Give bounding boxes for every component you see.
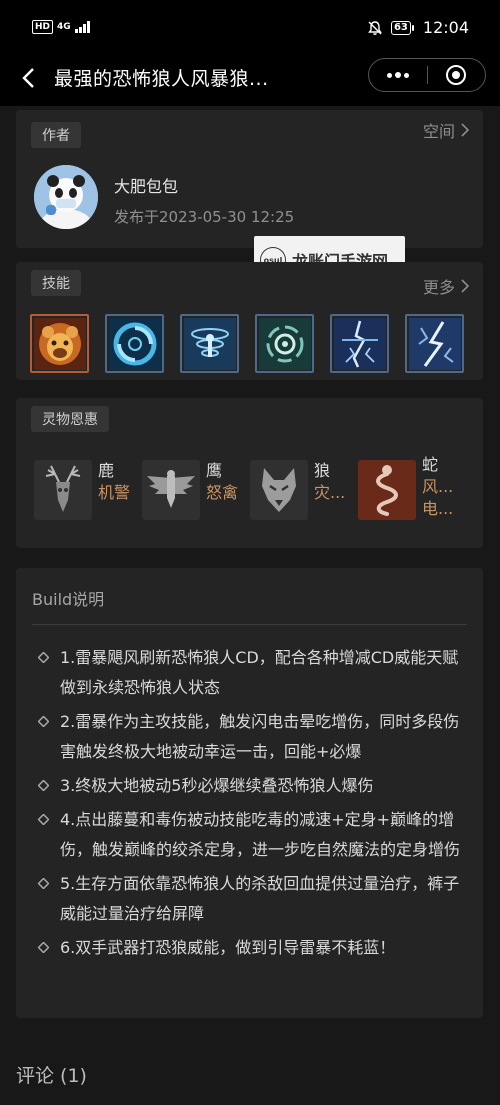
- tornado-skill-icon[interactable]: [180, 314, 239, 373]
- spirit-row: 鹿 机警 鹰 怒禽 狼 灾... 蛇 风... 电...: [34, 455, 466, 520]
- spirit-item-eagle[interactable]: 鹰 怒禽: [142, 460, 250, 520]
- mini-program-capsule: [368, 58, 486, 92]
- spirit-boons-card: 灵物恩惠 鹿 机警 鹰 怒禽 狼 灾... 蛇 风... 电...: [16, 398, 483, 548]
- diamond-bullet-icon: [38, 780, 49, 791]
- snake-icon: [358, 460, 416, 520]
- status-bar: HD 4G 63 12:04: [0, 0, 500, 58]
- build-list-item: 6.双手武器打恐狼威能，做到引导雷暴不耗蓝！: [36, 933, 469, 963]
- build-list-item: 1.雷暴飓风刷新恐怖狼人CD，配合各种增减CD威能天赋做到永续恐怖狼人状态: [36, 643, 469, 703]
- spirit-ability: 风...: [422, 477, 454, 496]
- skill-row: [30, 314, 464, 373]
- close-target-icon[interactable]: [427, 59, 485, 91]
- post-date: 发布于2023-05-30 12:25: [114, 208, 295, 226]
- network-type: 4G: [57, 22, 71, 32]
- storm-skill-icon[interactable]: [405, 314, 464, 373]
- build-item-text: 2.雷暴作为主攻技能，触发闪电击晕吃增伤，同时多段伤害触发终极大地被动幸运一击，…: [60, 712, 460, 761]
- battery-level: 63: [390, 20, 414, 35]
- diamond-bullet-icon: [38, 716, 49, 727]
- hd-badge: HD: [32, 20, 54, 34]
- wolf-icon: [250, 460, 308, 520]
- chevron-right-icon: [461, 123, 469, 137]
- profile-link[interactable]: 空间: [423, 118, 469, 142]
- build-title: Build说明: [32, 590, 105, 609]
- back-icon[interactable]: [14, 64, 42, 92]
- vortex-skill-icon[interactable]: [105, 314, 164, 373]
- spirit-name: 狼: [314, 461, 331, 480]
- page-title: 最强的恐怖狼人风暴狼...: [54, 68, 269, 90]
- build-list-item: 2.雷暴作为主攻技能，触发闪电击晕吃增伤，同时多段伤害触发终极大地被动幸运一击，…: [36, 707, 469, 767]
- spirit-name: 蛇: [422, 455, 439, 474]
- bell-muted-icon: [368, 20, 382, 35]
- spirit-name: 鹰: [206, 461, 223, 480]
- nav-bar: 最强的恐怖狼人风暴狼...: [0, 58, 500, 106]
- swirl-skill-icon[interactable]: [255, 314, 314, 373]
- comments-title[interactable]: 评论 (1): [16, 1061, 87, 1088]
- more-skills-label: 更多: [422, 278, 455, 297]
- chevron-right-icon: [461, 279, 469, 293]
- status-right: 63 12:04: [367, 18, 469, 37]
- spirit-item-wolf[interactable]: 狼 灾...: [250, 460, 358, 520]
- diamond-bullet-icon: [38, 878, 49, 889]
- build-item-text: 6.双手武器打恐狼威能，做到引导雷暴不耗蓝！: [60, 938, 396, 957]
- skills-tag: 技能: [31, 270, 81, 296]
- build-list-item: 5.生存方面依靠恐怖狼人的杀敌回血提供过量治疗，裤子威能过量治疗给屏障: [36, 869, 469, 929]
- clock: 12:04: [422, 18, 469, 37]
- bear-skill-icon[interactable]: [30, 314, 89, 373]
- spirit-boons-tag: 灵物恩惠: [31, 406, 109, 432]
- skills-card: 技能 更多: [16, 262, 483, 380]
- eagle-icon: [142, 460, 200, 520]
- deer-icon: [34, 460, 92, 520]
- spirit-ability: 怒禽: [206, 483, 239, 502]
- diamond-bullet-icon: [38, 814, 49, 825]
- build-divider: [32, 624, 467, 625]
- spirit-name: 鹿: [98, 461, 115, 480]
- more-options-icon[interactable]: [369, 59, 427, 91]
- more-skills-link[interactable]: 更多: [423, 274, 469, 298]
- spirit-ability: 机警: [98, 483, 131, 502]
- signal-icon: [74, 21, 90, 33]
- author-name: 大肥包包: [114, 177, 179, 196]
- build-item-text: 4.点出藤蔓和毒伤被动技能吃毒的减速+定身+巅峰的增伤，触发巅峰的绞杀定身，进一…: [60, 810, 461, 859]
- author-card: 作者 空间 大肥包包 发布于2023-05-30 12:25: [16, 110, 483, 248]
- spirit-text: 狼 灾...: [314, 460, 352, 520]
- spirit-text: 蛇 风... 电...: [422, 455, 460, 520]
- build-item-text: 5.生存方面依靠恐怖狼人的杀敌回血提供过量治疗，裤子威能过量治疗给屏障: [60, 874, 460, 923]
- profile-link-label: 空间: [422, 122, 455, 141]
- status-left: HD 4G: [32, 20, 90, 34]
- diamond-bullet-icon: [38, 942, 49, 953]
- build-item-text: 1.雷暴飓风刷新恐怖狼人CD，配合各种增减CD威能天赋做到永续恐怖狼人状态: [60, 648, 459, 697]
- spirit-ability-secondary: 电...: [422, 499, 454, 518]
- spirit-text: 鹿 机警: [98, 460, 136, 520]
- build-list: 1.雷暴飓风刷新恐怖狼人CD，配合各种增减CD威能天赋做到永续恐怖狼人状态 2.…: [36, 643, 469, 967]
- build-item-text: 3.终极大地被动5秒必爆继续叠恐怖狼人爆伤: [60, 776, 374, 795]
- build-list-item: 3.终极大地被动5秒必爆继续叠恐怖狼人爆伤: [36, 771, 469, 801]
- build-description-card: Build说明 1.雷暴飓风刷新恐怖狼人CD，配合各种增减CD威能天赋做到永续恐…: [16, 568, 483, 1018]
- spirit-item-deer[interactable]: 鹿 机警: [34, 460, 142, 520]
- avatar[interactable]: [34, 165, 98, 229]
- spirit-ability: 灾...: [314, 483, 346, 502]
- spirit-text: 鹰 怒禽: [206, 460, 244, 520]
- lightning-strike-skill-icon[interactable]: [330, 314, 389, 373]
- diamond-bullet-icon: [38, 652, 49, 663]
- build-list-item: 4.点出藤蔓和毒伤被动技能吃毒的减速+定身+巅峰的增伤，触发巅峰的绞杀定身，进一…: [36, 805, 469, 865]
- spirit-item-snake[interactable]: 蛇 风... 电...: [358, 455, 466, 520]
- author-tag: 作者: [31, 122, 81, 148]
